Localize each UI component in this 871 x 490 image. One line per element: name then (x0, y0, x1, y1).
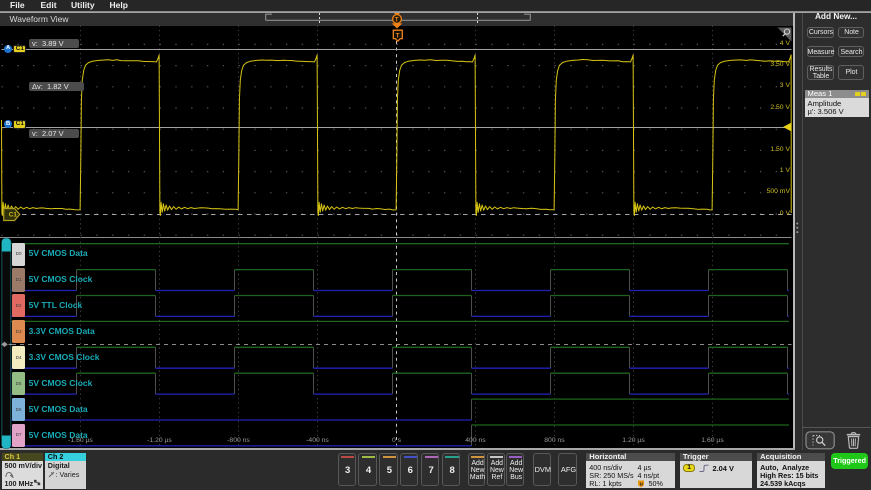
svg-text:u: u (640, 481, 643, 487)
svg-text:C1: C1 (9, 212, 18, 219)
svg-text:T: T (396, 32, 400, 39)
svg-text:T: T (395, 16, 399, 23)
